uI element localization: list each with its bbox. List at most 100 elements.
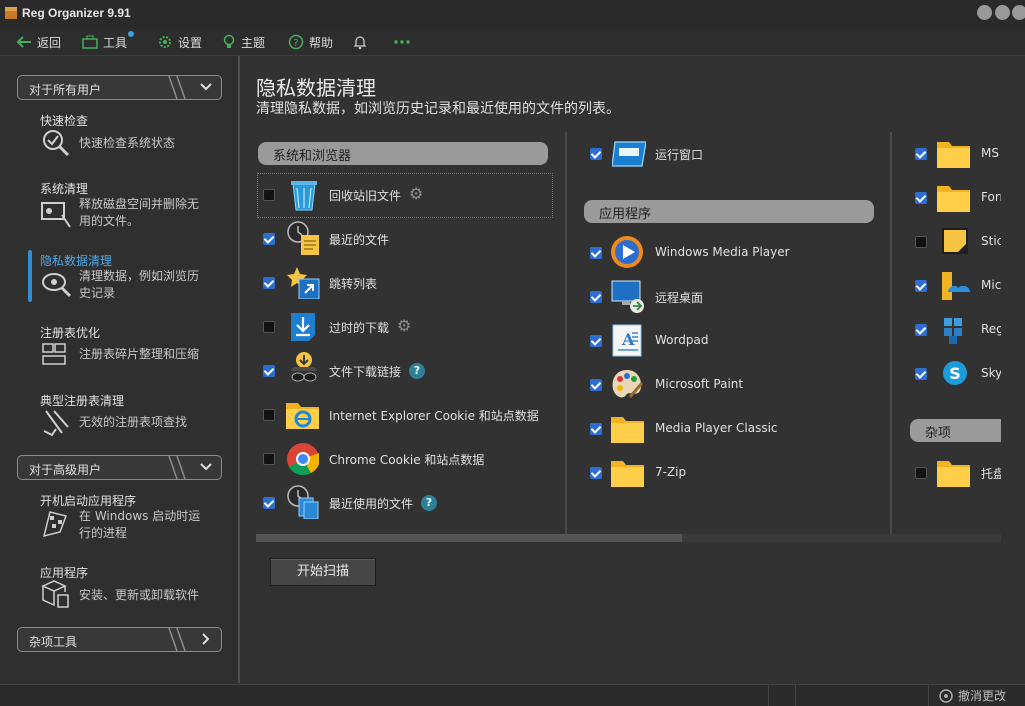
checkbox-tray[interactable] [915,467,927,479]
windows-media-player-icon [611,236,643,268]
privacy-brush-icon [42,273,72,298]
label-wmp: Windows Media Player [655,245,790,259]
recycle-bin-icon [291,181,317,211]
nav-system-clean[interactable]: 系统清理 [40,180,88,197]
checkbox-chrome-cookies[interactable] [263,453,275,465]
label-recently-used: 最近使用的文件 [329,497,414,511]
checkbox-forr[interactable] [915,192,927,204]
folder-icon [937,461,970,487]
label-7zip: 7-Zip [655,465,687,479]
checkbox-wmp[interactable] [590,247,602,259]
paint-palette-icon [612,370,644,398]
minimize-button[interactable] [977,5,992,20]
nav-privacy-clean[interactable]: 隐私数据清理 [40,252,112,269]
download-spy-icon [290,352,318,382]
chrome-icon [287,443,319,475]
checkbox-skype[interactable] [915,368,927,380]
sticky-notes-icon [942,228,968,254]
recent-files-icon [287,221,319,255]
checkbox-mic[interactable] [915,280,927,292]
undo-changes-button[interactable]: 撤消更改 [938,687,1006,704]
notifications-button[interactable] [353,33,372,51]
group-all-users[interactable]: 对于所有用户 [17,75,222,100]
chevron-right-icon [202,633,210,645]
checkbox-recycle-bin[interactable] [263,189,275,201]
close-button[interactable] [1012,5,1025,20]
nav-applications-desc: 安装、更新或卸载软件 [79,588,200,602]
label-paint: Microsoft Paint [655,377,744,391]
status-bar: 撤消更改 [0,684,1025,706]
folder-icon [937,142,970,168]
label-mic: Mic [981,278,1001,292]
jump-list-icon [287,267,320,299]
question-icon: ? [288,34,304,50]
label-tray: 托盘 [981,467,1001,481]
group-misc-tools[interactable]: 杂项工具 [17,627,222,652]
checkbox-recent-files[interactable] [263,233,275,245]
page-title: 隐私数据清理 [256,76,376,100]
label-run-window: 运行窗口 [655,148,704,162]
checkbox-wordpad[interactable] [590,335,602,347]
lightbulb-icon [223,34,235,48]
stripes-decoration [168,76,186,99]
checkbox-jump-list[interactable] [263,277,275,289]
horizontal-scrollbar[interactable] [256,534,1001,542]
label-reg: Reg [981,322,1001,336]
nav-system-clean-desc: 释放磁盘空间并删除无用的文件。 [79,197,200,228]
run-window-icon [612,141,646,167]
help-icon[interactable]: ? [409,363,425,379]
more-button[interactable] [393,33,416,51]
checkbox-sticky[interactable] [915,236,927,248]
tools-button[interactable]: 工具 [82,31,134,51]
scrollbar-thumb[interactable] [256,534,682,542]
ie-folder-icon [286,403,319,429]
settings-button[interactable]: 设置 [157,33,202,51]
label-sticky: Stick [981,234,1001,248]
nav-registry-clean-desc: 无效的注册表项查找 [79,415,188,429]
checkbox-reg[interactable] [915,324,927,336]
section-applications: 应用程序 [584,200,874,223]
undo-icon [939,688,953,703]
checkbox-ie-cookies[interactable] [263,409,275,421]
checkbox-old-downloads[interactable] [263,321,275,333]
svg-text:S: S [949,364,961,383]
checkbox-7zip[interactable] [590,467,602,479]
folder-icon [611,461,644,487]
checkbox-recently-used[interactable] [263,497,275,509]
nav-startup-apps[interactable]: 开机启动应用程序 [40,492,136,509]
checkbox-paint[interactable] [590,379,602,391]
help-icon[interactable]: ? [421,495,437,511]
toolbar: 返回 工具 设置 主题 ? 帮助 [0,28,1025,56]
themes-button[interactable]: 主题 [222,33,265,51]
label-forr: Forr [981,190,1001,204]
gear-icon [159,36,171,48]
registry-blocks-icon [42,343,66,365]
back-button[interactable]: 返回 [16,33,61,51]
gear-icon[interactable]: ⚙ [397,316,411,335]
arrow-left-icon [16,36,31,48]
maximize-button[interactable] [995,5,1010,20]
folder-icon [937,186,970,212]
page-subtitle: 清理隐私数据，如浏览历史记录和最近使用的文件的列表。 [256,101,620,117]
magnifier-check-icon [43,130,70,157]
column-divider [890,132,892,542]
label-wordpad: Wordpad [655,333,709,347]
checkbox-remote-desktop[interactable] [590,291,602,303]
startup-flag-icon [42,511,67,538]
checkbox-mpc[interactable] [590,423,602,435]
folder-icon [611,417,644,443]
label-remote-desktop: 远程桌面 [655,291,704,305]
registry-cubes-icon [944,318,962,344]
wordpad-icon: A [612,324,642,357]
help-button[interactable]: ? 帮助 [288,33,333,51]
start-scan-button[interactable]: 开始扫描 [270,558,376,586]
checkbox-ms[interactable] [915,148,927,160]
nav-registry-optimize[interactable]: 注册表优化 [40,324,100,341]
nav-startup-apps-desc: 在 Windows 启动时运行的进程 [79,509,201,540]
group-advanced-users[interactable]: 对于高级用户 [17,455,222,480]
checkbox-download-links[interactable] [263,365,275,377]
disk-clean-icon [41,202,71,228]
gear-icon[interactable]: ⚙ [409,184,423,203]
toolbox-icon [82,35,98,49]
checkbox-run-window[interactable] [590,148,602,160]
